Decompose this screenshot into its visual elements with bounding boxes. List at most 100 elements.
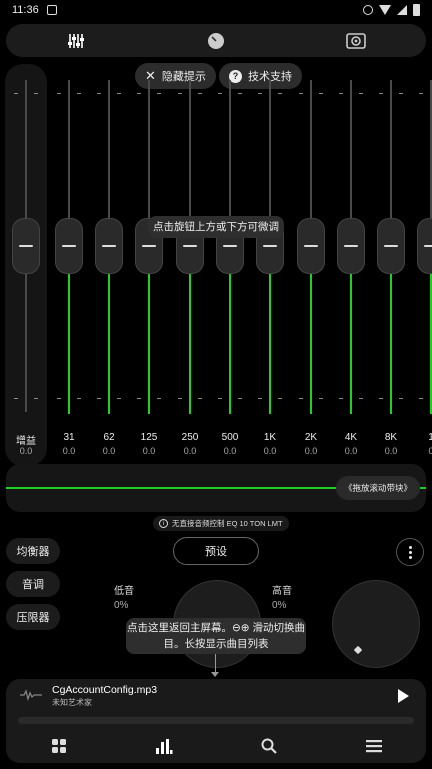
top-tabs	[6, 24, 426, 57]
band-6-tick	[319, 398, 323, 399]
tab-speaker[interactable]	[286, 24, 426, 57]
band-5-tick	[278, 398, 282, 399]
limiter-button[interactable]: 压限器	[6, 604, 60, 630]
band-2-tick	[137, 398, 141, 399]
band-2-value: 0.0	[142, 446, 156, 456]
nav-library[interactable]	[6, 729, 111, 763]
band-9-tick	[419, 398, 423, 399]
band-3-level-fill	[189, 274, 191, 414]
band-5-tick	[258, 398, 262, 399]
tech-support-button[interactable]: ? 技术支持	[219, 63, 302, 89]
band-9-value: 0	[428, 446, 432, 456]
tooltip-arrow-icon	[211, 672, 219, 677]
band-9-tick	[419, 93, 423, 94]
band-4-tick	[218, 93, 222, 94]
knob-icon	[208, 32, 224, 49]
status-info: i 无直接音频控制 EQ 10 TON LMT	[153, 516, 289, 531]
equalizer-button[interactable]: 均衡器	[6, 538, 60, 564]
nav-search[interactable]	[216, 729, 321, 763]
band-1-tick	[117, 93, 121, 94]
band-8-knob[interactable]	[377, 218, 405, 274]
eq-scroll-strip[interactable]: 《拖放滚动带块》	[6, 464, 426, 512]
tab-equalizer[interactable]	[6, 24, 146, 57]
band-4-tick	[238, 93, 242, 94]
band-2-tick	[157, 93, 161, 94]
tone-button[interactable]: 音调	[6, 571, 60, 597]
band-8-value: 0.0	[384, 446, 398, 456]
band-7-tick	[359, 93, 363, 94]
band-1-knob[interactable]	[95, 218, 123, 274]
band-2-level-fill	[148, 274, 150, 414]
band-3-tick	[178, 398, 182, 399]
band-3-tick	[178, 93, 182, 94]
band-3-value: 0.0	[183, 446, 197, 456]
waveform-icon	[20, 689, 42, 701]
gain-tick	[34, 398, 38, 399]
band-7-knob[interactable]	[337, 218, 365, 274]
track-progress-bar[interactable]	[18, 717, 414, 724]
band-7-tick	[339, 93, 343, 94]
bars-icon	[155, 739, 172, 754]
search-icon	[261, 738, 277, 754]
signal-icon	[397, 5, 407, 15]
band-4-tick	[238, 398, 242, 399]
wifi-icon	[379, 5, 391, 15]
gain-value: 0.0	[19, 446, 33, 456]
nav-menu[interactable]	[321, 729, 426, 763]
treble-label: 高音	[272, 586, 292, 597]
band-0-tick	[77, 398, 81, 399]
band-1-level-fill	[108, 274, 110, 414]
more-options-button[interactable]	[396, 538, 424, 566]
band-1-tick	[97, 398, 101, 399]
notification-icon	[46, 5, 57, 15]
band-4-label: 500	[221, 432, 239, 443]
band-6-tick	[299, 398, 303, 399]
bass-label: 低音	[114, 586, 134, 597]
close-icon: ✕	[145, 68, 156, 83]
band-2-label: 125	[140, 432, 158, 443]
tooltip-arrow-line	[215, 654, 216, 674]
band-5-level-fill	[269, 274, 271, 414]
knob-indicator-icon	[353, 645, 363, 655]
band-7-tick	[339, 398, 343, 399]
eq-hint-tooltip: 点击旋钮上方或下方可微调	[148, 216, 284, 238]
status-time: 11:36	[12, 4, 39, 16]
band-8-level-fill	[390, 274, 392, 414]
info-icon: i	[159, 519, 168, 528]
nav-equalizer[interactable]	[111, 729, 216, 763]
band-8-tick	[379, 93, 383, 94]
band-7-tick	[359, 398, 363, 399]
band-5-label: 1K	[263, 432, 277, 443]
band-0-knob[interactable]	[55, 218, 83, 274]
band-6-value: 0.0	[304, 446, 318, 456]
band-9-knob[interactable]	[417, 218, 432, 274]
band-5-tick	[278, 93, 282, 94]
band-8-tick	[399, 398, 403, 399]
hide-tips-label: 隐藏提示	[161, 71, 206, 83]
band-6-knob[interactable]	[297, 218, 325, 274]
band-0-tick	[57, 93, 61, 94]
band-1-label: 62	[103, 432, 115, 443]
band-7-level-fill	[350, 274, 352, 414]
band-9-label: 1	[428, 432, 432, 443]
band-1-value: 0.0	[102, 446, 116, 456]
gain-label: 增益	[16, 436, 36, 447]
preset-button[interactable]: 预设	[173, 537, 259, 565]
status-info-text: 无直接音频控制 EQ 10 TON LMT	[172, 519, 283, 528]
menu-icon	[365, 740, 382, 753]
status-bar: 11:36	[0, 0, 432, 20]
treble-knob[interactable]	[332, 580, 420, 668]
play-icon[interactable]	[398, 689, 409, 703]
equalizer-sliders-icon	[68, 33, 84, 48]
tab-bass-knob[interactable]	[146, 24, 286, 57]
band-3-tick	[198, 93, 202, 94]
band-4-tick	[218, 398, 222, 399]
mini-player[interactable]: CgAccountConfig.mp3 未知艺术家	[6, 679, 426, 729]
gain-knob[interactable]	[12, 218, 40, 274]
band-4-level-fill	[229, 274, 231, 414]
band-6-label: 2K	[304, 432, 318, 443]
player-hint-tooltip: 点击这里返回主屏幕。⊖⊕ 滑动切换曲目。长按显示曲目列表	[126, 618, 306, 654]
band-7-value: 0.0	[344, 446, 358, 456]
drag-scroll-handle[interactable]: 《拖放滚动带块》	[335, 476, 420, 500]
band-6-level-fill	[310, 274, 312, 414]
